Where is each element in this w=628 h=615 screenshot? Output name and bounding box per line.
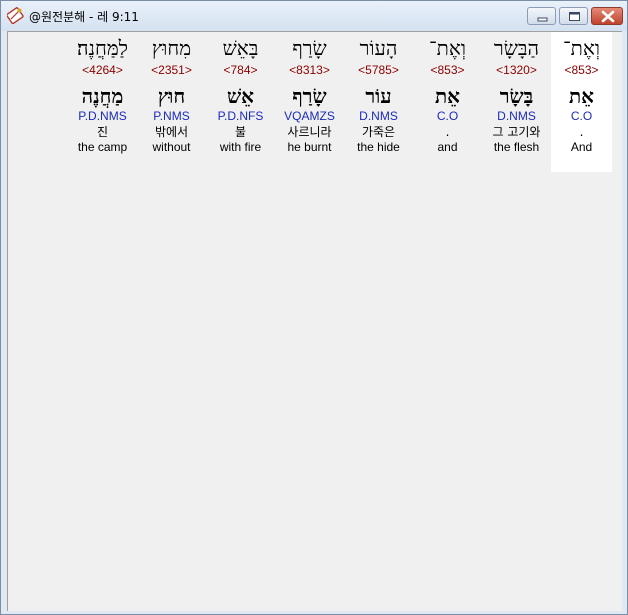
maximize-icon (569, 12, 580, 21)
hebrew-lexeme: שָׂרַף (292, 84, 327, 108)
english-gloss: the hide (357, 140, 400, 154)
korean-gloss: 그 고기와 (492, 125, 541, 139)
korean-gloss: 가죽은 (361, 125, 396, 139)
minimize-icon (537, 17, 548, 22)
hebrew-lexeme: עוֹר (365, 84, 392, 108)
korean-gloss: 사르니라 (287, 125, 332, 139)
window-title: @원전분해 - 레 9:11 (29, 10, 139, 24)
english-gloss: the camp (77, 140, 128, 154)
korean-gloss: 불 (234, 125, 247, 139)
bible-app-icon[interactable] (6, 7, 24, 25)
parsing-code: VQAMZS (284, 109, 335, 123)
word-column[interactable]: לַמַּחֲנֶה׃ <4264> מַחֲנֶה P.D.NMS 진 the… (68, 32, 137, 172)
word-column[interactable]: הָעוֹר <5785> עוֹר D.NMS 가죽은 the hide (344, 32, 413, 172)
strong-number[interactable]: <5785> (344, 63, 413, 77)
maximize-button[interactable] (559, 7, 588, 25)
strong-number[interactable]: <8313> (275, 63, 344, 77)
close-icon (601, 10, 615, 23)
english-gloss: And (570, 140, 593, 154)
parsing-code: P.NMS (153, 109, 190, 123)
hebrew-surface-text: שָׂרַף (292, 36, 327, 60)
word-column[interactable]: בָּאֵשׁ <784> אֵשׁ P.D.NFS 불 with fire (206, 32, 275, 172)
hebrew-surface-text: וְאֶת־ (563, 36, 600, 60)
word-column[interactable]: מִחוּץ <2351> חוּץ P.NMS 밖에서 without (137, 32, 206, 172)
hebrew-lexeme: מַחֲנֶה (81, 84, 124, 108)
word-column[interactable]: שָׂרַף <8313> שָׂרַף VQAMZS 사르니라 he burn… (275, 32, 344, 172)
parsing-code: C.O (436, 109, 459, 123)
strong-number[interactable]: <2351> (137, 63, 206, 77)
hebrew-surface-text: לַמַּחֲנֶה׃ (76, 36, 129, 60)
korean-gloss: . (579, 125, 584, 139)
strong-number[interactable]: <4264> (68, 63, 137, 77)
title-bar[interactable]: @원전분해 - 레 9:11 (1, 1, 627, 31)
hebrew-surface-text: בָּאֵשׁ (222, 36, 259, 60)
english-gloss: with fire (219, 140, 262, 154)
word-list: וְאֶת־ <853> אֵת C.O . And הַבָּשָׂר <13… (68, 32, 612, 172)
minimize-button[interactable] (527, 7, 556, 25)
korean-gloss: 진 (96, 125, 109, 139)
app-window: @원전분해 - 레 9:11 וְאֶת־ <853> אֵת C.O . An… (0, 0, 628, 615)
hebrew-lexeme: אֵשׁ (226, 84, 254, 108)
word-column[interactable]: וְאֶת־ <853> אֵת C.O . and (413, 32, 482, 172)
korean-gloss: . (445, 125, 450, 139)
english-gloss: he burnt (287, 140, 332, 154)
hebrew-lexeme: אֵת (434, 84, 461, 108)
word-column[interactable]: וְאֶת־ <853> אֵת C.O . And (551, 32, 612, 172)
hebrew-surface-text: הָעוֹר (359, 36, 398, 60)
strong-number[interactable]: <784> (206, 63, 275, 77)
parsing-code: P.D.NFS (217, 109, 264, 123)
parsing-code: D.NMS (359, 109, 398, 123)
close-button[interactable] (591, 7, 623, 25)
english-gloss: without (152, 140, 191, 154)
hebrew-surface-text: מִחוּץ (151, 36, 192, 60)
hebrew-lexeme: אֵת (568, 84, 595, 108)
strong-number[interactable]: <853> (551, 63, 612, 77)
parsing-code: D.NMS (497, 109, 536, 123)
word-column[interactable]: הַבָּשָׂר <1320> בָּשָׂר D.NMS 그 고기와 the… (482, 32, 551, 172)
hebrew-surface-text: הַבָּשָׂר (493, 36, 540, 60)
strong-number[interactable]: <1320> (482, 63, 551, 77)
parsing-code: P.D.NMS (78, 109, 127, 123)
hebrew-surface-text: וְאֶת־ (429, 36, 466, 60)
english-gloss: and (437, 140, 458, 154)
parsing-code: C.O (570, 109, 593, 123)
hebrew-lexeme: בָּשָׂר (499, 84, 534, 108)
korean-gloss: 밖에서 (154, 125, 189, 139)
hebrew-lexeme: חוּץ (157, 84, 186, 108)
interlinear-panel[interactable]: וְאֶת־ <853> אֵת C.O . And הַבָּשָׂר <13… (7, 31, 622, 611)
strong-number[interactable]: <853> (413, 63, 482, 77)
english-gloss: the flesh (493, 140, 540, 154)
